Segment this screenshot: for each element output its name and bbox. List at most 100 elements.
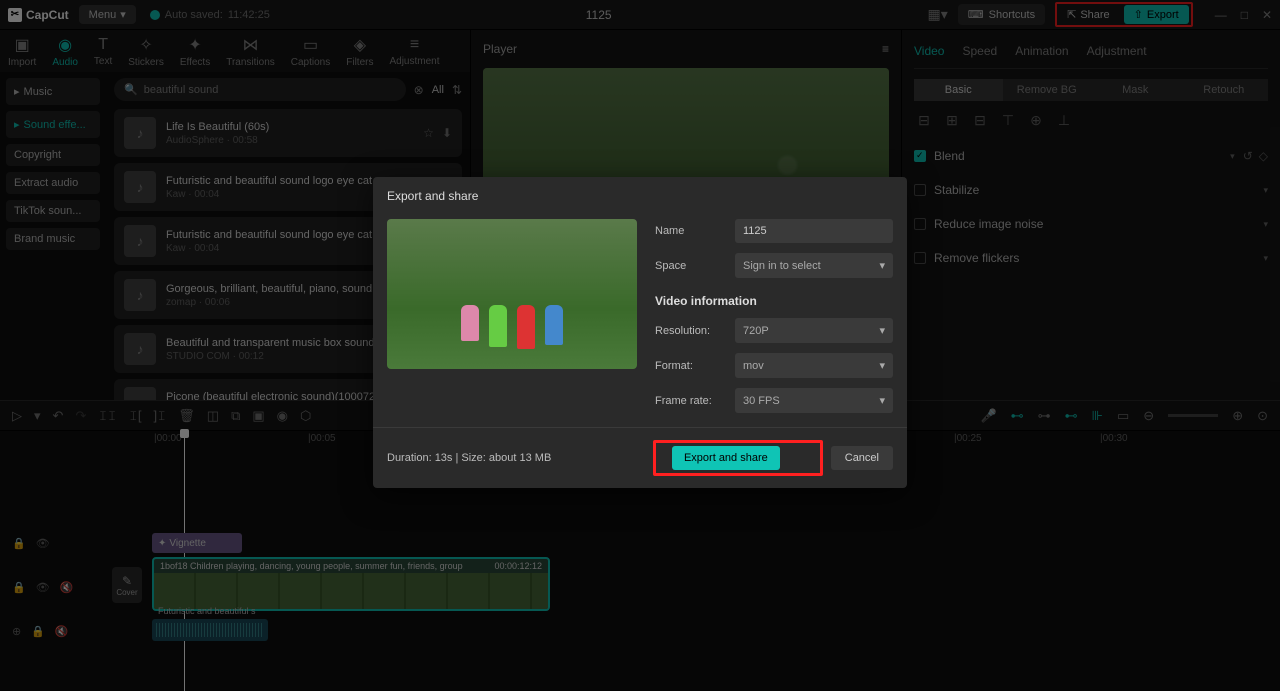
export-preview	[387, 219, 637, 369]
tab-transitions[interactable]: ⋈Transitions	[226, 35, 275, 68]
favorite-icon[interactable]: ☆	[423, 126, 434, 140]
align-center-h-icon[interactable]: ⊞	[942, 111, 962, 129]
link-icon[interactable]: ⊷	[1065, 408, 1078, 424]
align-top-icon[interactable]: ⊤	[998, 111, 1018, 129]
tab-captions[interactable]: ▭Captions	[291, 35, 330, 68]
tab-video[interactable]: Video	[914, 44, 944, 58]
crop-icon[interactable]: ▣	[252, 408, 264, 424]
tab-speed[interactable]: Speed	[962, 44, 997, 58]
subtab-basic[interactable]: Basic	[914, 79, 1003, 101]
audio-item[interactable]: ♪ Life Is Beautiful (60s)AudioSphere · 0…	[114, 109, 462, 157]
share-button[interactable]: ⇱ Share	[1059, 5, 1118, 24]
subtab-mask[interactable]: Mask	[1091, 79, 1180, 101]
lock-icon[interactable]: 🔒	[31, 625, 45, 638]
shortcuts-button[interactable]: ⌨ Shortcuts	[958, 4, 1045, 25]
layout-icon[interactable]: ▦▾	[927, 6, 947, 23]
tab-audio[interactable]: ◉Audio	[52, 35, 78, 68]
sidebar-item-brand[interactable]: Brand music	[6, 228, 100, 250]
sidebar-item-sound-effects[interactable]: ▸Sound effe...	[6, 111, 100, 138]
export-and-share-button[interactable]: Export and share	[672, 446, 780, 470]
lock-icon[interactable]: 🔒	[12, 537, 26, 550]
framerate-select[interactable]: 30 FPS ▾	[735, 388, 893, 413]
split-icon[interactable]: 𝙸𝙸	[98, 408, 116, 424]
tab-effects[interactable]: ✦Effects	[180, 35, 210, 68]
fit-icon[interactable]: ⊙	[1257, 408, 1268, 424]
mute-icon[interactable]: 🔇	[60, 581, 74, 594]
cover-edit-icon[interactable]: ✎	[122, 574, 132, 588]
tab-adjustment[interactable]: ≡Adjustment	[389, 36, 439, 67]
undo-icon[interactable]: ↶	[53, 408, 64, 424]
export-button[interactable]: ⇧ Export	[1124, 5, 1189, 24]
waveform-icon	[156, 623, 264, 637]
tab-animation[interactable]: Animation	[1015, 44, 1068, 58]
redo-icon[interactable]: ↷	[75, 408, 86, 424]
tab-import[interactable]: ▣Import	[8, 35, 36, 68]
chevron-down-icon[interactable]: ▾	[1263, 253, 1268, 264]
remove-flickers-checkbox[interactable]	[914, 252, 926, 264]
effect-clip[interactable]: ✦ Vignette	[152, 533, 242, 553]
align-center-v-icon[interactable]: ⊕	[1026, 111, 1046, 129]
magnet-icon[interactable]: ⊶	[1038, 408, 1051, 424]
subtab-remove-bg[interactable]: Remove BG	[1003, 79, 1092, 101]
lock-icon[interactable]: 🔒	[12, 581, 26, 594]
align-bottom-icon[interactable]: ⊥	[1054, 111, 1074, 129]
toggle-main-icon[interactable]: ⊷	[1011, 408, 1024, 424]
eye-icon[interactable]: 👁	[36, 537, 50, 550]
align-left-icon[interactable]: ⊟	[914, 111, 934, 129]
tab-adjustment-right[interactable]: Adjustment	[1087, 44, 1147, 58]
toggle-icon[interactable]: ⊕	[12, 625, 21, 638]
chevron-down-icon[interactable]: ▾	[1263, 219, 1268, 230]
tab-stickers[interactable]: ✧Stickers	[128, 35, 164, 68]
tool-icon-2[interactable]: ▭	[1117, 408, 1129, 424]
split-left-icon[interactable]: 𝙸[	[129, 408, 142, 424]
filter-all[interactable]: All	[432, 84, 444, 96]
chevron-down-icon[interactable]: ▾	[1263, 185, 1268, 196]
mute-icon[interactable]: 🔇	[55, 625, 69, 638]
clear-search-icon[interactable]: ⊗	[414, 83, 424, 97]
sidebar-item-copyright[interactable]: Copyright	[6, 144, 100, 166]
audio-track-controls: ⊕ 🔒 🔇	[8, 609, 140, 653]
stabilize-checkbox[interactable]	[914, 184, 926, 196]
cancel-button[interactable]: Cancel	[831, 446, 893, 470]
sidebar-item-music[interactable]: ▸Music	[6, 78, 100, 105]
reverse-icon[interactable]: ◉	[277, 408, 288, 424]
close-icon[interactable]: ✕	[1262, 8, 1272, 22]
mirror-icon[interactable]: ⧉	[231, 408, 240, 424]
preview-icon[interactable]: ⊪	[1092, 408, 1103, 424]
space-select[interactable]: Sign in to select ▾	[735, 253, 893, 278]
delete-icon[interactable]: 🗑	[178, 408, 195, 424]
chevron-down-icon[interactable]: ▾	[1230, 151, 1235, 162]
menu-button[interactable]: Menu ▾	[79, 5, 136, 24]
maximize-icon[interactable]: □	[1241, 8, 1248, 22]
sidebar-item-extract-audio[interactable]: Extract audio	[6, 172, 100, 194]
zoom-in-icon[interactable]: ⊕	[1232, 408, 1243, 424]
minimize-icon[interactable]: ―	[1215, 8, 1227, 22]
audio-clip[interactable]: Futuristic and beautiful s	[152, 619, 268, 641]
sidebar-item-tiktok[interactable]: TikTok soun...	[6, 200, 100, 222]
tab-filters[interactable]: ◈Filters	[346, 35, 373, 68]
mic-icon[interactable]: 🎤	[980, 408, 996, 424]
download-icon[interactable]: ⬇	[442, 126, 452, 140]
pointer-tool-icon[interactable]: ▷	[12, 408, 22, 424]
cover-button[interactable]: Cover	[116, 588, 137, 597]
eye-icon[interactable]: 👁	[36, 581, 50, 594]
video-clip[interactable]: 1bof18 Children playing, dancing, young …	[152, 557, 550, 611]
sort-icon[interactable]: ⇅	[452, 83, 462, 97]
tool-icon[interactable]: ◫	[207, 408, 219, 424]
reset-icon[interactable]: ↺	[1243, 149, 1253, 163]
zoom-out-icon[interactable]: ⊖	[1143, 408, 1154, 424]
split-right-icon[interactable]: ]𝙸	[153, 408, 166, 424]
tab-text[interactable]: TText	[94, 36, 112, 67]
player-menu-icon[interactable]: ≡	[882, 42, 889, 56]
format-select[interactable]: mov ▾	[735, 353, 893, 378]
blend-checkbox[interactable]	[914, 150, 926, 162]
subtab-retouch[interactable]: Retouch	[1180, 79, 1269, 101]
align-right-icon[interactable]: ⊟	[970, 111, 990, 129]
reduce-noise-checkbox[interactable]	[914, 218, 926, 230]
tool-chevron-icon[interactable]: ▾	[34, 408, 41, 424]
keyframe-icon[interactable]: ◇	[1259, 149, 1268, 163]
resolution-select[interactable]: 720P ▾	[735, 318, 893, 343]
search-input[interactable]: 🔍 beautiful sound	[114, 78, 406, 101]
freeze-icon[interactable]: ⬡	[300, 408, 311, 424]
name-input[interactable]	[735, 219, 893, 243]
